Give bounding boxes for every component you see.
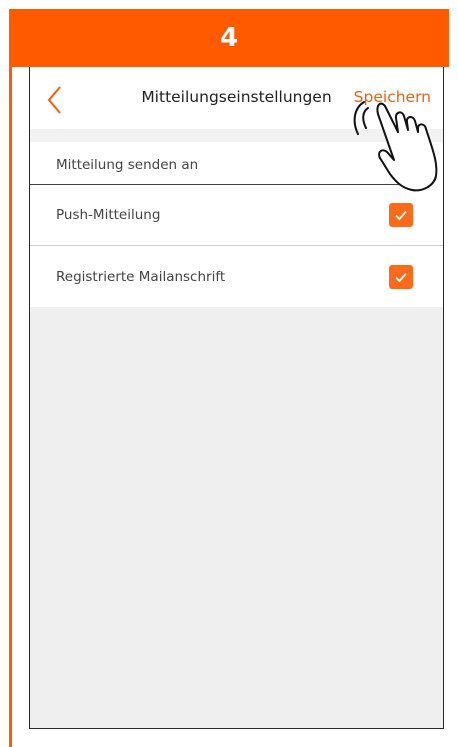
checkbox-checked-icon[interactable] bbox=[389, 264, 413, 289]
settings-panel: Mitteilung senden an Push-Mitteilung Reg… bbox=[30, 142, 443, 307]
section-label: Mitteilung senden an bbox=[30, 142, 427, 185]
accent-rule bbox=[9, 67, 12, 747]
setting-row-push[interactable]: Push-Mitteilung bbox=[30, 185, 443, 246]
header-gap bbox=[30, 129, 443, 142]
step-banner: 4 bbox=[9, 9, 449, 67]
setting-label: Push-Mitteilung bbox=[56, 207, 161, 223]
checkbox-checked-icon[interactable] bbox=[389, 203, 413, 227]
setting-row-mail[interactable]: Registrierte Mailanschrift bbox=[30, 246, 443, 307]
navigation-bar: Mitteilungseinstellungen Speichern bbox=[30, 67, 443, 129]
save-button[interactable]: Speichern bbox=[354, 88, 431, 106]
setting-label: Registrierte Mailanschrift bbox=[56, 268, 226, 285]
phone-screen: Mitteilungseinstellungen Speichern Mitte… bbox=[29, 67, 444, 729]
step-number: 4 bbox=[219, 23, 239, 53]
